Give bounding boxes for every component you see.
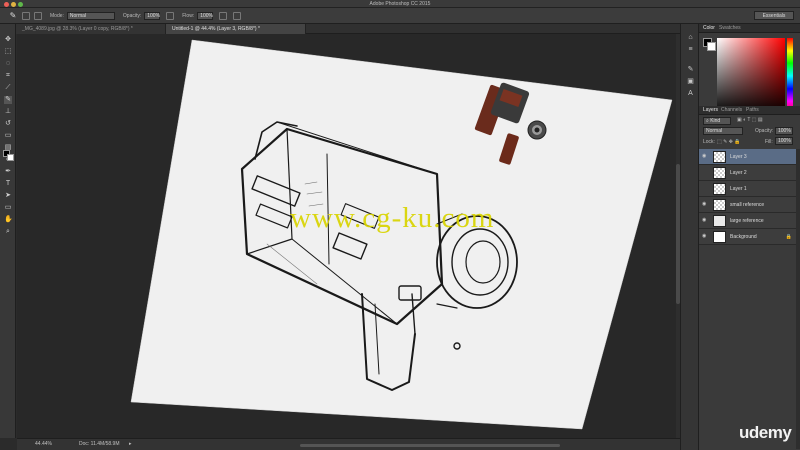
lock-icon: 🔒 bbox=[785, 234, 792, 240]
history-panel-icon[interactable]: ⌂ bbox=[687, 34, 694, 41]
tools-panel: ✥ ⬚ ◌ ⌗ ⟋ ✎ ⊥ ↺ ▭ ▤ ● ✒ T ➤ ▭ ✋ ⌕ bbox=[0, 24, 16, 438]
brush-preset-icon[interactable]: ✎ bbox=[6, 11, 20, 21]
background-color-swatch[interactable] bbox=[7, 154, 14, 161]
visibility-eye-icon[interactable]: ◉ bbox=[702, 154, 708, 159]
layer-name: small reference bbox=[730, 202, 765, 208]
layers-panel-tabs: Layers Channels Paths bbox=[699, 106, 800, 115]
blend-mode-select[interactable]: Normal bbox=[703, 127, 743, 135]
layer-opacity-input[interactable]: 100% bbox=[775, 127, 793, 135]
pressure-size-icon[interactable] bbox=[233, 11, 242, 20]
layer-name: Background bbox=[730, 234, 757, 240]
status-arrow-icon[interactable]: ▸ bbox=[129, 441, 132, 447]
flow-input[interactable]: 100% bbox=[197, 11, 214, 20]
hand-tool-icon[interactable]: ✋ bbox=[4, 216, 13, 224]
canvas-area[interactable] bbox=[17, 34, 680, 438]
color-spectrum-field[interactable] bbox=[717, 38, 785, 114]
color-panel-background[interactable] bbox=[707, 42, 716, 51]
mode-label: Mode: bbox=[50, 12, 64, 19]
layer-opacity-label: Opacity: bbox=[755, 128, 774, 134]
doc-tab-untitled-1[interactable]: Untitled-1 @ 44.4% (Layer 3, RGB/8*) * bbox=[166, 24, 306, 34]
layer-filter-select[interactable]: ⌕ Kind bbox=[703, 117, 731, 125]
layer-thumbnail bbox=[713, 167, 726, 179]
layers-list: ◉ Layer 3 Layer 2 Layer 1 ◉ small refere… bbox=[699, 149, 800, 249]
collapsed-panels-strip: ⌂ ≡ ✎ ▣ A bbox=[680, 24, 699, 450]
canvas-horizontal-scrollbar[interactable] bbox=[300, 444, 560, 447]
layers-empty-area bbox=[699, 249, 796, 450]
layer-row[interactable]: ◉ small reference bbox=[699, 197, 796, 213]
doc-tab-label: Untitled-1 @ 44.4% (Layer 3, RGB/8*) * bbox=[172, 26, 260, 32]
shape-tool-icon[interactable]: ▭ bbox=[4, 204, 12, 212]
workspace-select[interactable]: Essentials bbox=[754, 11, 794, 20]
opacity-label: Opacity: bbox=[122, 12, 142, 19]
watermark-text: www.cg-ku.com bbox=[290, 202, 495, 234]
fill-input[interactable]: 100% bbox=[775, 137, 793, 145]
layer-thumbnail bbox=[713, 183, 726, 195]
brush-presets-icon[interactable]: ▣ bbox=[687, 78, 694, 85]
lasso-tool-icon[interactable]: ◌ bbox=[4, 60, 12, 68]
lock-icons[interactable]: ⬚ ✎ ✥ 🔒 bbox=[717, 139, 741, 145]
mode-select[interactable]: Normal bbox=[66, 11, 115, 20]
visibility-eye-icon[interactable] bbox=[702, 170, 708, 175]
filter-icons[interactable]: ▣ ◐ T ⬚ ▤ bbox=[737, 117, 763, 123]
tab-swatches[interactable]: Swatches bbox=[719, 25, 741, 31]
canvas-view[interactable] bbox=[17, 34, 680, 438]
layer-thumbnail bbox=[713, 231, 726, 243]
doc-tab-mg4089[interactable]: _MG_4089.jpg @ 28.3% (Layer 0 copy, RGB/… bbox=[16, 24, 166, 34]
tab-paths[interactable]: Paths bbox=[746, 107, 759, 113]
zoom-level[interactable]: 44.44% bbox=[35, 441, 52, 447]
color-panel-tabs: Color Swatches bbox=[699, 24, 800, 33]
layer-thumbnail bbox=[713, 215, 726, 227]
brush-panel-icon[interactable]: ✎ bbox=[687, 66, 694, 73]
title-bar: Adobe Photoshop CC 2015 bbox=[0, 0, 800, 8]
move-tool-icon[interactable]: ✥ bbox=[4, 36, 12, 44]
marquee-tool-icon[interactable]: ⬚ bbox=[4, 48, 12, 56]
crop-tool-icon[interactable]: ⌗ bbox=[4, 72, 12, 80]
path-selection-icon[interactable]: ➤ bbox=[4, 192, 12, 200]
pressure-opacity-icon[interactable] bbox=[166, 11, 175, 20]
tab-channels[interactable]: Channels bbox=[721, 107, 742, 113]
eyedropper-tool-icon[interactable]: ⟋ bbox=[4, 84, 12, 92]
stamp-tool-icon[interactable]: ⊥ bbox=[4, 108, 12, 116]
visibility-eye-icon[interactable]: ◉ bbox=[702, 234, 708, 239]
visibility-eye-icon[interactable]: ◉ bbox=[702, 202, 708, 207]
udemy-logo: udemy bbox=[739, 423, 792, 442]
layer-row[interactable]: ◉ Background 🔒 bbox=[699, 229, 796, 245]
visibility-eye-icon[interactable]: ◉ bbox=[702, 218, 708, 223]
layer-thumbnail bbox=[713, 151, 726, 163]
layer-name: Layer 1 bbox=[730, 186, 747, 192]
zoom-tool-icon[interactable]: ⌕ bbox=[4, 228, 12, 236]
brush-tool-icon[interactable]: ✎ bbox=[4, 96, 12, 104]
visibility-eye-icon[interactable] bbox=[702, 186, 708, 191]
doc-tab-label: _MG_4089.jpg @ 28.3% (Layer 0 copy, RGB/… bbox=[22, 26, 133, 32]
properties-panel-icon[interactable]: ≡ bbox=[687, 46, 694, 53]
doc-size: Doc: 11.4M/58.9M bbox=[79, 441, 120, 447]
layer-row[interactable]: ◉ large reference bbox=[699, 213, 796, 229]
options-bar: ✎ Mode: Normal Opacity: 100% Flow: 100% … bbox=[0, 8, 800, 24]
app-title: Adobe Photoshop CC 2015 bbox=[369, 1, 431, 7]
layer-row[interactable]: Layer 2 bbox=[699, 165, 796, 181]
layer-filter-value: Kind bbox=[710, 118, 721, 124]
tab-color[interactable]: Color bbox=[703, 25, 715, 31]
layer-row[interactable]: ◉ Layer 3 bbox=[699, 149, 796, 165]
layer-name: Layer 3 bbox=[730, 154, 747, 160]
layer-thumbnail bbox=[713, 199, 726, 211]
right-panels: Color Swatches Layers Channels Paths ⌕ K… bbox=[699, 24, 800, 450]
lock-label: Lock: bbox=[703, 139, 715, 145]
opacity-input[interactable]: 100% bbox=[144, 11, 161, 20]
flow-label: Flow: bbox=[182, 12, 195, 19]
brush-size-picker[interactable] bbox=[22, 11, 30, 20]
hue-slider[interactable] bbox=[787, 38, 793, 114]
tab-layers[interactable]: Layers bbox=[703, 107, 718, 113]
layer-name: Layer 2 bbox=[730, 170, 747, 176]
fill-label: Fill: bbox=[765, 139, 773, 145]
layer-name: large reference bbox=[730, 218, 764, 224]
brush-panel-toggle-icon[interactable] bbox=[34, 11, 42, 20]
airbrush-icon[interactable] bbox=[219, 11, 228, 20]
eraser-tool-icon[interactable]: ▭ bbox=[4, 132, 12, 140]
character-panel-icon[interactable]: A bbox=[687, 90, 694, 97]
layer-row[interactable]: Layer 1 bbox=[699, 181, 796, 197]
layers-scrollbar[interactable] bbox=[796, 149, 800, 449]
document-tab-bar: _MG_4089.jpg @ 28.3% (Layer 0 copy, RGB/… bbox=[16, 24, 680, 34]
history-brush-icon[interactable]: ↺ bbox=[4, 120, 12, 128]
